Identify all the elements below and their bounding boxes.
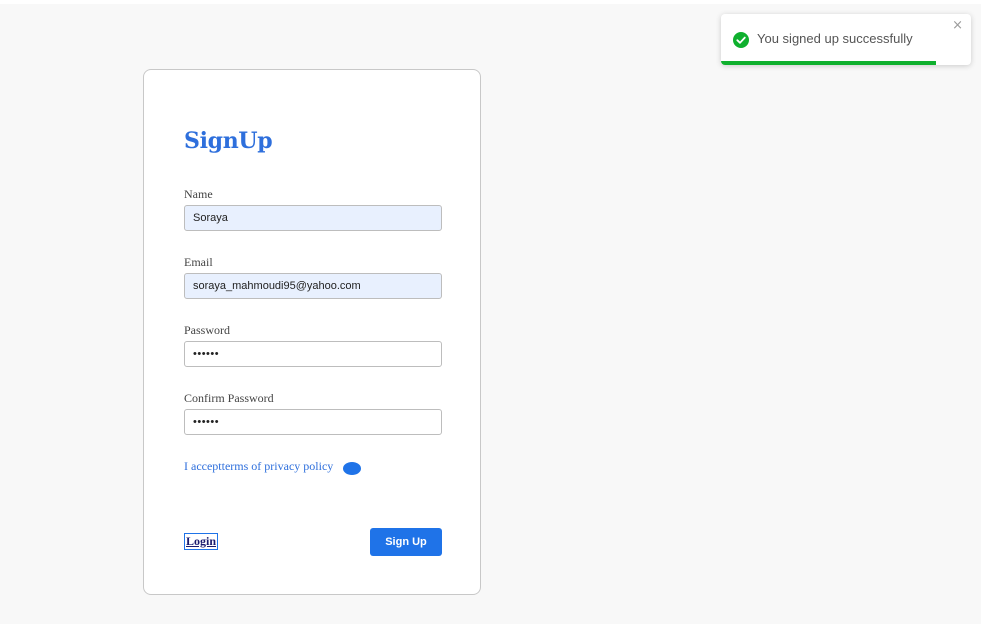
password-label: Password xyxy=(184,323,231,337)
sign-up-button[interactable]: Sign Up xyxy=(370,528,442,556)
signup-card: SignUp Name Email Password Confirm Passw… xyxy=(143,69,481,595)
email-field[interactable] xyxy=(184,273,442,299)
page-title: SignUp xyxy=(184,128,273,154)
terms-toggle[interactable] xyxy=(343,462,361,475)
terms-link[interactable]: I acceptterms of privacy policy xyxy=(184,459,333,474)
check-circle-icon xyxy=(733,32,749,48)
name-label: Name xyxy=(184,187,213,201)
close-icon[interactable]: × xyxy=(952,18,963,34)
page: SignUp Name Email Password Confirm Passw… xyxy=(0,0,985,626)
password-field[interactable] xyxy=(184,341,442,367)
login-link[interactable]: Login xyxy=(184,533,219,550)
name-field[interactable] xyxy=(184,205,442,231)
confirm-password-field[interactable] xyxy=(184,409,442,435)
toast-progress-bar xyxy=(721,61,936,65)
success-toast: You signed up successfully × xyxy=(721,14,971,65)
toast-message: You signed up successfully xyxy=(757,31,913,46)
email-label: Email xyxy=(184,255,213,269)
confirm-password-label: Confirm Password xyxy=(184,391,274,405)
